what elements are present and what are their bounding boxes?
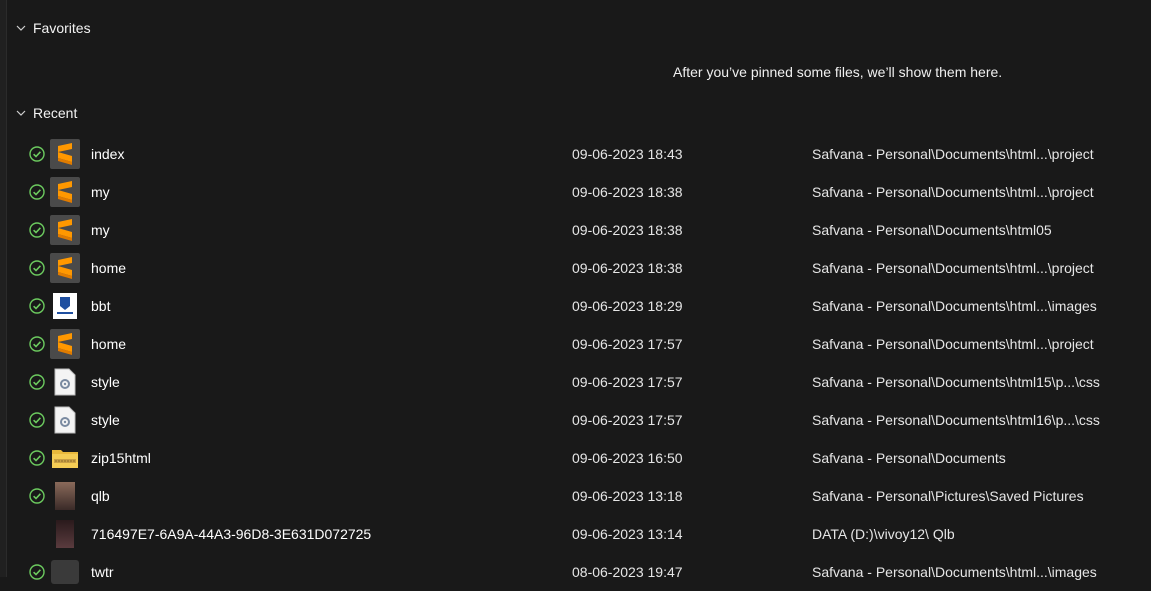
file-date-modified: 08-06-2023 19:47 xyxy=(572,564,683,580)
sublime-text-icon xyxy=(50,215,80,245)
sync-status-check-icon xyxy=(29,222,45,238)
file-location: Safvana - Personal\Documents\html...\pro… xyxy=(812,336,1094,352)
image-thumbnail-icon xyxy=(50,291,80,321)
file-date-modified: 09-06-2023 13:14 xyxy=(572,526,683,542)
favorites-empty-message: After you’ve pinned some files, we’ll sh… xyxy=(673,64,1003,80)
recent-section-header[interactable]: Recent xyxy=(14,101,77,125)
sublime-text-icon xyxy=(50,253,80,283)
file-location: Safvana - Personal\Documents\html16\p...… xyxy=(812,412,1100,428)
file-date-modified: 09-06-2023 18:29 xyxy=(572,298,683,314)
file-location: Safvana - Personal\Documents\html...\ima… xyxy=(812,298,1097,314)
recent-label: Recent xyxy=(33,105,78,121)
file-name[interactable]: home xyxy=(91,336,126,352)
file-location: Safvana - Personal\Documents\html15\p...… xyxy=(812,374,1100,390)
sync-status-check-icon xyxy=(29,260,45,276)
file-name[interactable]: style xyxy=(91,374,120,390)
sync-status-check-icon xyxy=(29,564,45,580)
recent-file-row[interactable]: home 09-06-2023 17:57 Safvana - Personal\D… xyxy=(0,325,1151,363)
file-location: Safvana - Personal\Documents\html05 xyxy=(812,222,1052,238)
recent-file-row[interactable]: qlb 09-06-2023 13:18 Safvana - Personal\Pi… xyxy=(0,477,1151,515)
file-date-modified: 09-06-2023 18:43 xyxy=(572,146,683,162)
recent-file-row[interactable]: bbt 09-06-2023 18:29 Safvana - Personal\Do… xyxy=(0,287,1151,325)
file-date-modified: 09-06-2023 17:57 xyxy=(572,336,683,352)
sync-status-check-icon xyxy=(29,336,45,352)
sync-status-check-icon xyxy=(29,412,45,428)
file-location: Safvana - Personal\Documents\html...\ima… xyxy=(812,564,1097,580)
file-location: Safvana - Personal\Documents\html...\pro… xyxy=(812,260,1094,276)
sync-status-check-icon xyxy=(29,374,45,390)
sublime-text-icon xyxy=(50,329,80,359)
file-date-modified: 09-06-2023 16:50 xyxy=(572,450,683,466)
sync-status-check-icon xyxy=(29,298,45,314)
recent-file-row[interactable]: my 09-06-2023 18:38 Safvana - Personal\Doc… xyxy=(0,173,1151,211)
file-date-modified: 09-06-2023 17:57 xyxy=(572,412,683,428)
file-name[interactable]: bbt xyxy=(91,298,110,314)
file-name[interactable]: twtr xyxy=(91,564,114,580)
file-name[interactable]: 716497E7-6A9A-44A3-96D8-3E631D072725 xyxy=(91,526,371,542)
file-location: Safvana - Personal\Documents xyxy=(812,450,1006,466)
settings-file-icon xyxy=(50,405,80,435)
recent-file-row[interactable]: twtr 08-06-2023 19:47 Safvana - Personal\D… xyxy=(0,553,1151,591)
chevron-down-icon[interactable] xyxy=(14,106,28,120)
recent-file-row[interactable]: my 09-06-2023 18:38 Safvana - Personal\Doc… xyxy=(0,211,1151,249)
file-name[interactable]: home xyxy=(91,260,126,276)
file-name[interactable]: style xyxy=(91,412,120,428)
file-date-modified: 09-06-2023 18:38 xyxy=(572,184,683,200)
zip-folder-icon xyxy=(50,443,80,473)
sync-status-check-icon xyxy=(29,146,45,162)
file-location: Safvana - Personal\Pictures\Saved Pictur… xyxy=(812,488,1084,504)
sync-status-check-icon xyxy=(29,184,45,200)
file-date-modified: 09-06-2023 17:57 xyxy=(572,374,683,390)
file-location: DATA (D:)\vivoy12\ Qlb xyxy=(812,526,955,542)
file-name[interactable]: my xyxy=(91,222,110,238)
file-date-modified: 09-06-2023 18:38 xyxy=(572,222,683,238)
sublime-text-icon xyxy=(50,177,80,207)
recent-file-row[interactable]: home 09-06-2023 18:38 Safvana - Personal\D… xyxy=(0,249,1151,287)
file-location: Safvana - Personal\Documents\html...\pro… xyxy=(812,146,1094,162)
chevron-down-icon[interactable] xyxy=(14,21,28,35)
recent-file-row[interactable]: zip15html 09-06-2023 16:50 Safvana - Perso… xyxy=(0,439,1151,477)
file-location: Safvana - Personal\Documents\html...\pro… xyxy=(812,184,1094,200)
file-name[interactable]: index xyxy=(91,146,124,162)
file-name[interactable]: qlb xyxy=(91,488,110,504)
favorites-section-header[interactable]: Favorites xyxy=(14,16,91,40)
favorites-label: Favorites xyxy=(33,20,91,36)
recent-file-row[interactable]: index 09-06-2023 18:43 Safvana - Personal\… xyxy=(0,135,1151,173)
photo-thumbnail-icon xyxy=(50,481,80,511)
photo-thumbnail-icon xyxy=(50,519,80,549)
recent-file-row[interactable]: style 09-06-2023 17:57 Safvana - Personal\… xyxy=(0,363,1151,401)
file-name[interactable]: my xyxy=(91,184,110,200)
sync-status-check-icon xyxy=(29,450,45,466)
recent-file-row[interactable]: style 09-06-2023 17:57 Safvana - Personal\… xyxy=(0,401,1151,439)
file-date-modified: 09-06-2023 13:18 xyxy=(572,488,683,504)
recent-file-row[interactable]: 716497E7-6A9A-44A3-96D8-3E631D072725 09-0… xyxy=(0,515,1151,553)
sync-status-check-icon xyxy=(29,488,45,504)
file-name[interactable]: zip15html xyxy=(91,450,151,466)
settings-file-icon xyxy=(50,367,80,397)
sublime-text-icon xyxy=(50,139,80,169)
file-date-modified: 09-06-2023 18:38 xyxy=(572,260,683,276)
image-thumbnail-icon xyxy=(50,557,80,587)
